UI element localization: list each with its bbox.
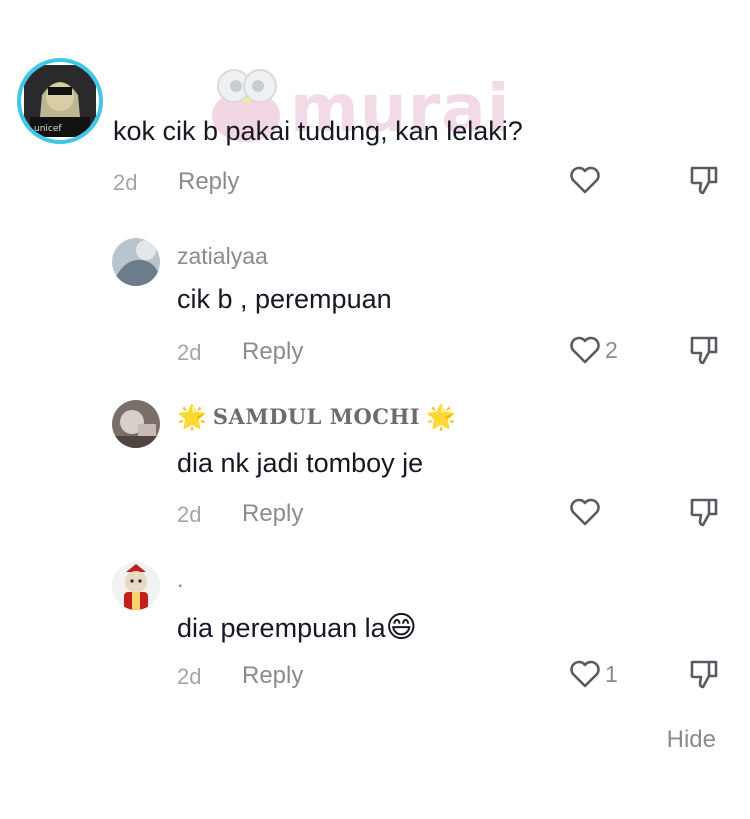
heart-icon [570,166,600,194]
heart-icon [570,660,600,688]
username[interactable]: zatialyaa [177,243,268,270]
avatar[interactable] [112,238,160,286]
thumbs-down-icon [690,498,718,527]
reply-button[interactable]: Reply [242,500,303,528]
comment-date: 2d [177,502,202,527]
svg-text:unicef: unicef [34,124,62,134]
dislike-button[interactable] [689,334,719,371]
grinning-face-emoji-icon: 😄 [385,611,417,644]
reply-button[interactable]: Reply [242,338,303,366]
heart-icon [570,336,600,364]
comment-date: 2d [177,340,202,365]
username-row[interactable]: 🌟 SAMDUL MOCHI 🌟 [177,402,456,431]
comment-text: cik b , perempuan [177,284,392,314]
reply-button[interactable]: Reply [242,662,303,690]
reply-button[interactable]: Reply [178,168,239,196]
username: SAMDUL MOCHI [212,404,421,429]
comment-text: kok cik b pakai tudung, kan lelaki? [113,116,523,146]
dislike-button[interactable] [689,496,719,533]
like-button[interactable]: 2 [569,336,618,364]
username[interactable]: . [177,566,183,593]
heart-icon [570,498,600,526]
hide-replies-button[interactable]: Hide [667,726,716,754]
star-icon: 🌟 [426,402,457,431]
thumbs-down-icon [690,660,718,689]
thumbs-down-icon [690,336,718,365]
thumbs-down-icon [690,166,718,195]
comment-text-body: dia perempuan la [177,613,386,643]
comment-date: 2d [177,664,202,689]
comment-text: dia perempuan la😄 [177,610,417,645]
comment-text: dia nk jadi tomboy je [177,448,424,478]
star-icon: 🌟 [177,402,207,431]
like-button[interactable]: 1 [569,660,618,688]
like-button[interactable] [569,498,601,526]
avatar[interactable]: unicef [17,58,103,144]
like-count: 1 [605,660,618,687]
like-count: 2 [605,336,618,363]
comment-date: 2d [113,170,138,195]
dislike-button[interactable] [689,164,719,201]
avatar[interactable] [112,562,160,610]
dislike-button[interactable] [689,658,719,695]
avatar[interactable] [112,400,160,448]
like-button[interactable] [569,166,601,194]
